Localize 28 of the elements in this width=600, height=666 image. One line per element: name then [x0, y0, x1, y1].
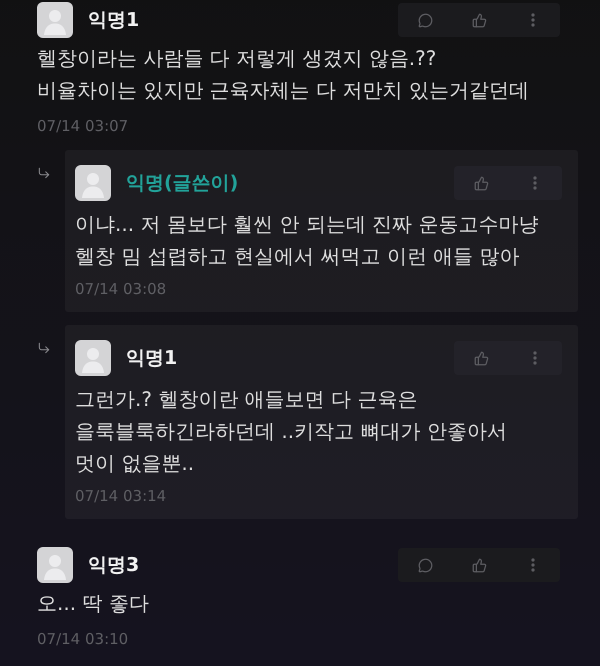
comment-time: 07/14 03:07	[37, 116, 128, 136]
author-name: 익명1	[88, 8, 140, 33]
comment-text: 그런가.? 헬창이란 애들보면 다 근육은 을룩블룩하긴라하던데 ..키작고 뼈대가 안좋아서 멋이 없을뿐..	[75, 386, 508, 477]
comment-time: 07/14 03:10	[37, 629, 128, 649]
avatar-icon	[75, 165, 111, 201]
thumbs-up-icon	[472, 12, 486, 28]
thumbs-up-icon	[472, 558, 486, 572]
speech-bubble-icon	[418, 558, 432, 572]
more-icon	[533, 351, 537, 365]
thumbs-up-icon	[474, 350, 488, 366]
comment-time: 07/14 03:14	[75, 486, 166, 506]
thumbs-up-icon	[474, 176, 488, 190]
author-name: 익명3	[88, 553, 140, 578]
avatar-icon	[37, 2, 73, 38]
avatar-icon	[37, 547, 73, 583]
more-icon	[533, 176, 537, 190]
reply-arrow-icon	[37, 166, 51, 180]
author-name: 익명1	[126, 346, 178, 371]
avatar-icon	[75, 340, 111, 376]
comment-text: 헬창이라는 사람들 다 저렇게 생겼지 않음.?? 비율차이는 있지만 근육자체는 다 저만치 있는거같던데	[37, 45, 530, 104]
comment-text: 이냐... 저 몸보다 훨씬 안 되는데 진짜 운동고수마냥 헬창 밈 섭렵하고 현실에서 써먹고 이런 애들 많아	[75, 211, 540, 270]
more-icon	[531, 13, 535, 27]
more-icon	[531, 558, 535, 572]
comment-text: 오... 딱 좋다	[37, 590, 150, 617]
author-name: 익명(글쓴이)	[126, 171, 238, 196]
reply-arrow-icon	[37, 341, 51, 355]
comment-time: 07/14 03:08	[75, 279, 166, 299]
speech-bubble-icon	[418, 12, 432, 28]
